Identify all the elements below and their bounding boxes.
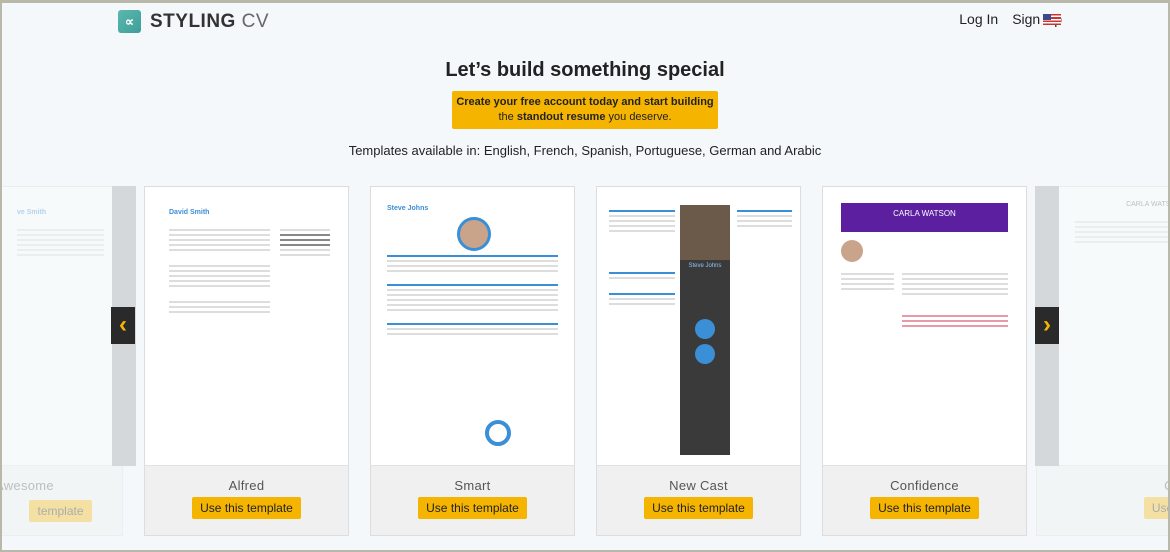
us-flag-icon[interactable] <box>1043 14 1061 25</box>
resume-name: ve Smith <box>17 209 47 216</box>
use-template-button[interactable]: Use this <box>1143 497 1168 519</box>
carousel-next-button[interactable]: › <box>1035 307 1059 344</box>
logo[interactable]: ∝ STYLING CV <box>118 10 269 33</box>
cta-pre: the <box>498 111 517 123</box>
template-card-confidence[interactable]: CARLA WATSON Confidence Use this template <box>822 186 1027 536</box>
template-name: Smart <box>454 478 491 493</box>
use-template-button[interactable]: Use this template <box>644 497 753 519</box>
resume-name: CARLA WATSON <box>1126 201 1168 208</box>
cta-bold: standout resume <box>516 111 606 123</box>
brand-light: CV <box>241 10 270 32</box>
template-name: Confidence <box>890 478 959 493</box>
template-card-new-cast[interactable]: Steve Johns New Cast Use this template <box>596 186 801 536</box>
cta-line1: Create your free account today and start… <box>456 96 714 108</box>
template-name: Alfred <box>228 478 265 493</box>
donut-chart <box>485 420 511 446</box>
brand-bold: STYLING <box>150 10 236 32</box>
template-card-awesome[interactable]: ve Smith Awesome template <box>2 186 123 536</box>
page: ∝ STYLING CV Log In Sign Up Let’s build … <box>2 3 1168 550</box>
signup-cta-button[interactable]: Create your free account today and start… <box>452 91 718 129</box>
use-template-button[interactable]: Use this template <box>870 497 979 519</box>
carousel-prev-button[interactable]: ‹ <box>111 307 135 344</box>
resume-name: David Smith <box>169 209 210 216</box>
use-template-button[interactable]: template <box>29 500 92 522</box>
template-card-alfred[interactable]: David Smith Alfred Use this template <box>144 186 349 536</box>
template-name: Awesome <box>2 478 54 493</box>
resume-photo <box>841 240 863 262</box>
languages-text: Templates available in: English, French,… <box>348 143 822 158</box>
login-link[interactable]: Log In <box>959 11 998 27</box>
cta-post: you deserve. <box>605 111 672 123</box>
use-template-button[interactable]: Use this template <box>418 497 527 519</box>
page-title: Let’s build something special <box>445 59 725 81</box>
template-name: New Cast <box>669 478 728 493</box>
template-card-smart[interactable]: Steve Johns Smart Use this template <box>370 186 575 536</box>
resume-name: CARLA WATSON <box>841 203 1008 232</box>
resume-name: Steve Johns <box>688 263 722 269</box>
logo-icon: ∝ <box>118 10 141 33</box>
resume-name: Steve Johns <box>387 205 429 212</box>
use-template-button[interactable]: Use this template <box>192 497 301 519</box>
resume-photo <box>457 217 491 251</box>
resume-sidebar: Steve Johns <box>680 205 730 455</box>
template-name: Cors <box>1037 478 1168 493</box>
